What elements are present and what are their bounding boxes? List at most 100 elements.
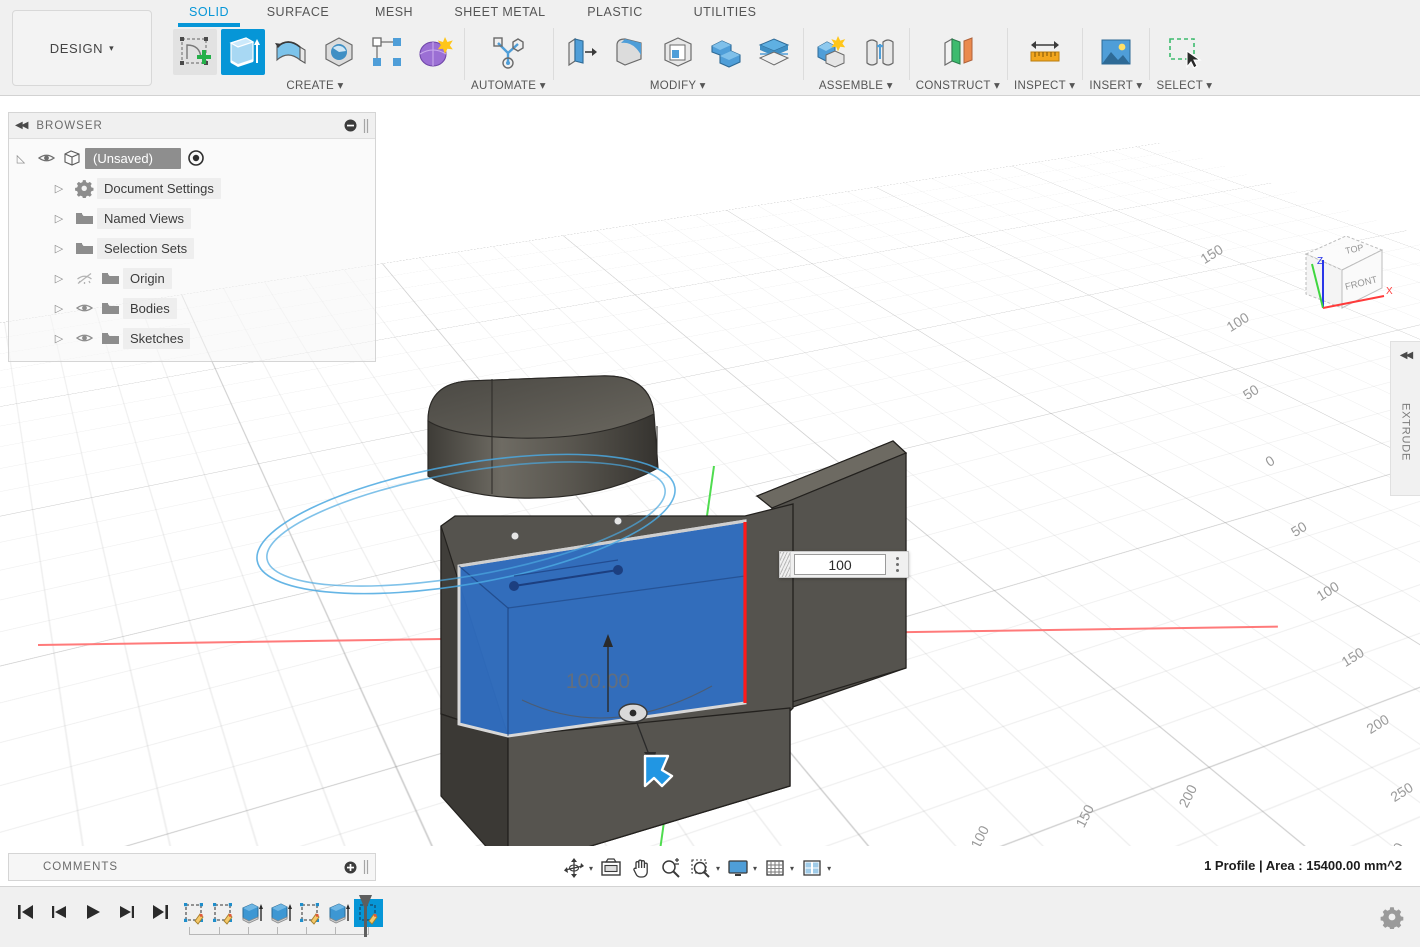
joint-icon[interactable] [858,29,902,75]
chevron-down-icon[interactable]: ▾ [827,864,831,873]
extrude-distance-value[interactable]: 100 [794,554,886,575]
select-window-icon[interactable] [1162,29,1206,75]
group-label-construct[interactable]: CONSTRUCT ▾ [916,78,1000,92]
tree-row-sketches[interactable]: ▷ Sketches [9,323,375,353]
zoom-window-icon[interactable]: ▾ [687,856,722,880]
form-icon[interactable] [413,29,457,75]
drag-grip-icon[interactable] [780,552,791,577]
tab-mesh[interactable]: MESH [348,3,440,21]
tree-row-selection-sets[interactable]: ▷ Selection Sets [9,233,375,263]
resize-grip-icon[interactable] [363,859,369,875]
automate-icon[interactable] [486,29,530,75]
radio-dot-icon[interactable] [183,149,209,167]
sketch-point[interactable] [614,517,622,525]
eye-hidden-icon[interactable] [71,272,97,285]
timeline-item-extrude[interactable] [238,899,267,927]
group-label-assemble[interactable]: ASSEMBLE ▾ [819,78,893,92]
collapse-left-icon[interactable]: ◀◀ [1400,350,1411,361]
triangle-right-icon[interactable]: ▷ [47,182,71,195]
triangle-right-icon[interactable]: ▷ [47,212,71,225]
tree-root-label[interactable]: (Unsaved) [85,148,181,169]
tree-item-label[interactable]: Sketches [123,328,190,349]
view-cube[interactable]: TOP FRONT Z X [1290,224,1394,320]
revolve-icon[interactable] [269,29,313,75]
chevron-down-icon[interactable]: ▾ [753,864,757,873]
fillet-icon[interactable] [608,29,652,75]
triangle-right-icon[interactable]: ▷ [47,272,71,285]
chevron-down-icon[interactable]: ▾ [790,864,794,873]
extrude-dialog-collapsed[interactable]: ◀◀ EXTRUDE [1390,341,1420,496]
tab-plastic[interactable]: PLASTIC [560,3,670,21]
resize-grip-icon[interactable] [363,118,369,134]
group-label-insert[interactable]: INSERT ▾ [1089,78,1142,92]
gear-icon[interactable] [1380,905,1404,934]
construct-plane-icon[interactable] [936,29,980,75]
sweep-icon[interactable] [317,29,361,75]
view-all-icon[interactable] [597,856,625,880]
drag-handle-icon[interactable] [619,704,647,722]
orbit-icon[interactable]: ▾ [560,856,595,880]
tab-surface[interactable]: SURFACE [248,3,348,21]
go-to-end-icon[interactable] [150,901,172,923]
display-settings-icon[interactable]: ▾ [724,856,759,880]
tree-row-origin[interactable]: ▷ Origin [9,263,375,293]
tree-item-label[interactable]: Document Settings [97,178,221,199]
timeline-item-extrude[interactable] [325,899,354,927]
viewports-icon[interactable]: ▾ [798,856,833,880]
collapse-left-icon[interactable]: ◀◀ [15,120,26,131]
workspace-switcher-button[interactable]: DESIGN ▾ [12,10,152,86]
group-label-inspect[interactable]: INSPECT ▾ [1014,78,1075,92]
tab-utilities[interactable]: UTILITIES [670,3,780,21]
triangle-right-icon[interactable]: ▷ [47,332,71,345]
zoom-icon[interactable] [657,856,685,880]
timeline-item-extrude[interactable] [267,899,296,927]
group-label-automate[interactable]: AUTOMATE ▾ [471,78,546,92]
go-to-beginning-icon[interactable] [14,901,36,923]
timeline-end-marker[interactable] [359,895,372,937]
pan-hand-icon[interactable] [627,856,655,880]
new-component-icon[interactable] [810,29,854,75]
step-backward-icon[interactable] [48,901,70,923]
tree-item-label[interactable]: Named Views [97,208,191,229]
measure-icon[interactable] [1023,29,1067,75]
tree-item-label[interactable]: Bodies [123,298,177,319]
insert-image-icon[interactable] [1094,29,1138,75]
tree-item-label[interactable]: Origin [123,268,172,289]
chevron-down-icon[interactable]: ▾ [589,864,593,873]
shell-icon[interactable] [656,29,700,75]
group-label-modify[interactable]: MODIFY ▾ [650,78,706,92]
eye-icon[interactable] [33,152,59,164]
minus-circle-icon[interactable] [344,119,357,132]
create-sketch-icon[interactable] [173,29,217,75]
eye-icon[interactable] [71,302,97,314]
more-vertical-icon[interactable] [886,552,908,577]
tree-row-document-settings[interactable]: ▷ Document Settings [9,173,375,203]
play-icon[interactable] [82,901,104,923]
sketch-point[interactable] [511,532,519,540]
chevron-down-icon[interactable]: ▾ [716,864,720,873]
press-pull-icon[interactable] [560,29,604,75]
tree-row-root[interactable]: ◺ (Unsaved) [9,143,375,173]
group-label-select[interactable]: SELECT ▾ [1156,78,1212,92]
eye-icon[interactable] [71,332,97,344]
timeline-item-sketch[interactable] [296,899,325,927]
step-forward-icon[interactable] [116,901,138,923]
tree-row-named-views[interactable]: ▷ Named Views [9,203,375,233]
group-label-create[interactable]: CREATE ▾ [286,78,343,92]
cylinder-boss[interactable] [428,376,658,498]
triangle-down-icon[interactable]: ◺ [9,152,33,165]
extrude-distance-input-box[interactable]: 100 [779,551,909,578]
timeline-item-sketch[interactable] [180,899,209,927]
tab-solid[interactable]: SOLID [170,3,248,21]
plus-circle-icon[interactable] [344,861,357,874]
combine-icon[interactable] [704,29,748,75]
comments-panel[interactable]: COMMENTS [8,853,376,881]
tree-row-bodies[interactable]: ▷ Bodies [9,293,375,323]
tab-sheet-metal[interactable]: SHEET METAL [440,3,560,21]
timeline-rail[interactable] [189,927,369,935]
split-face-icon[interactable] [752,29,796,75]
extrude-icon[interactable] [221,29,265,75]
triangle-right-icon[interactable]: ▷ [47,242,71,255]
timeline-item-sketch[interactable] [209,899,238,927]
triangle-right-icon[interactable]: ▷ [47,302,71,315]
